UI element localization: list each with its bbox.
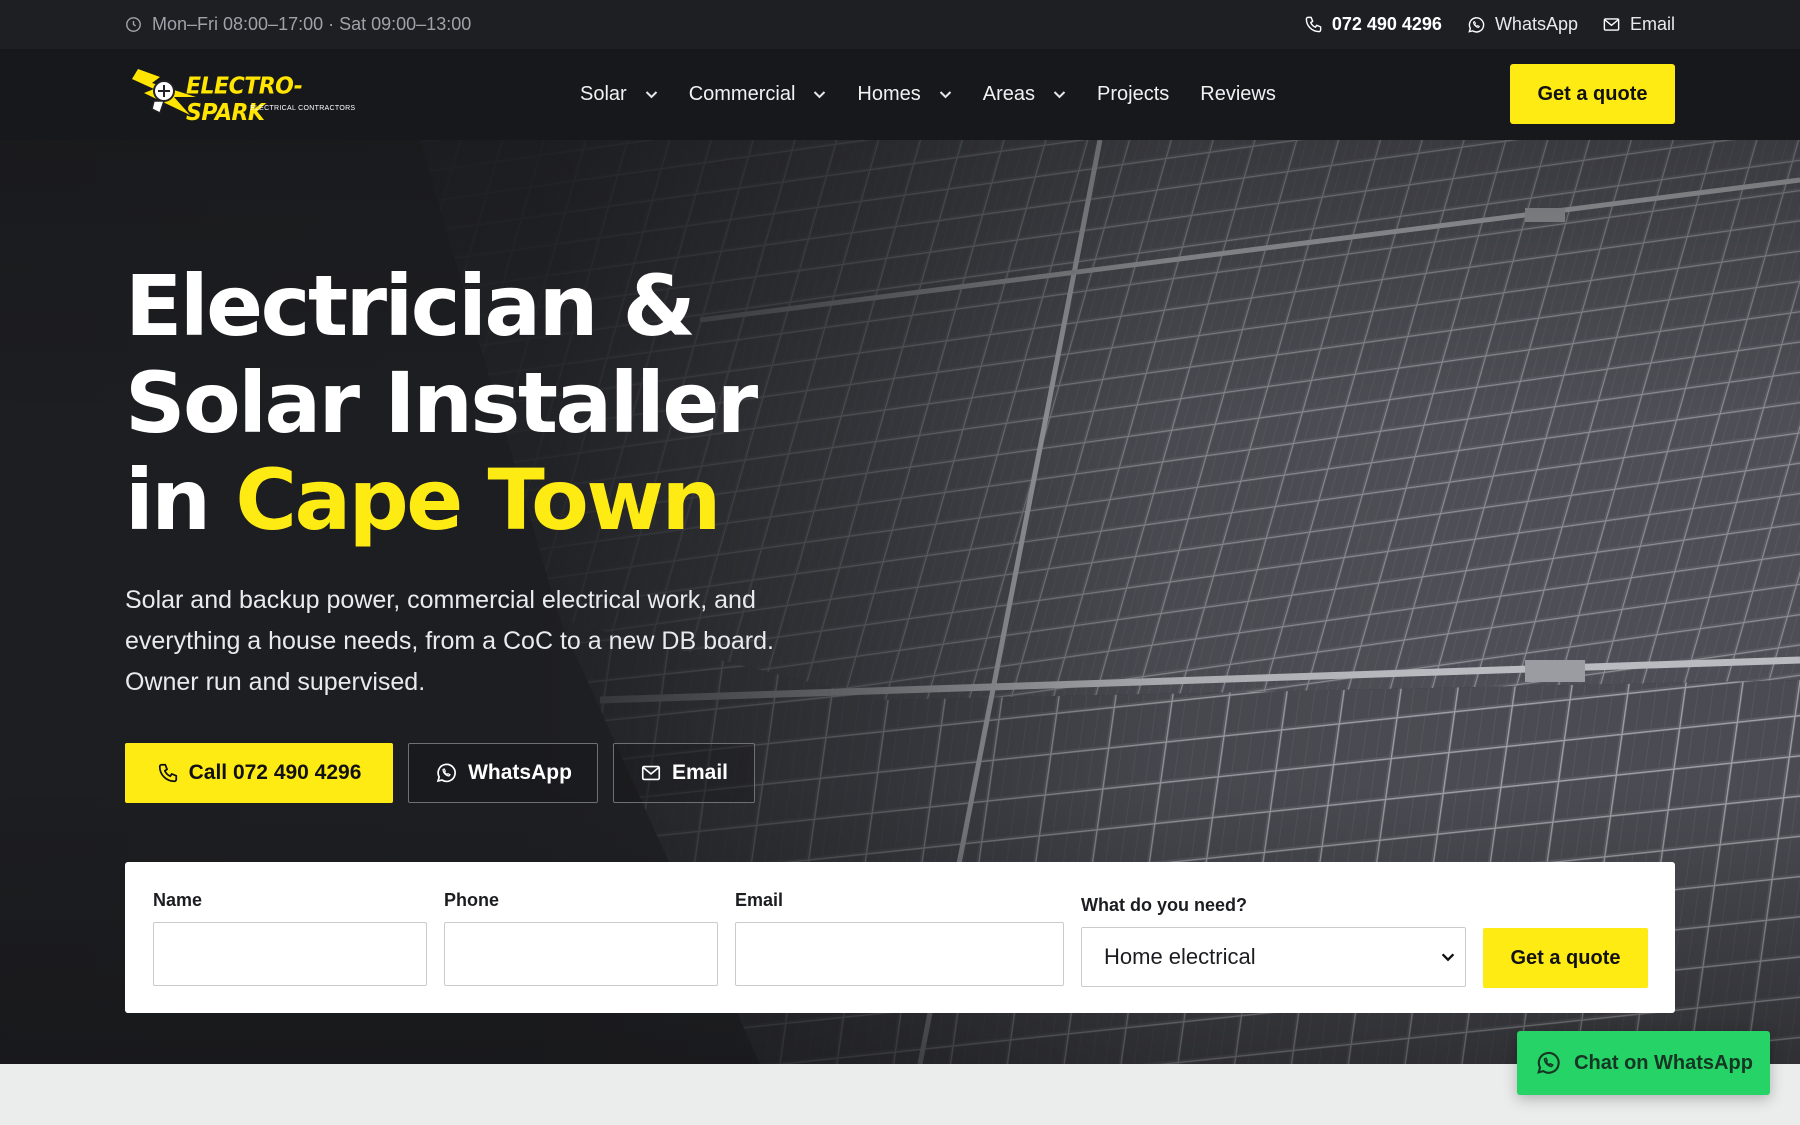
floating-chat-label: Chat on WhatsApp — [1574, 1051, 1753, 1074]
top-email-text: Email — [1629, 14, 1675, 34]
hero-section: Electrician & Solar Installer in Cape To… — [0, 140, 1800, 1064]
opening-hours: Mon–Fri 08:00–17:00 · Sat 09:00–13:00 — [125, 0, 471, 49]
headline-line-3-prefix: in — [125, 451, 211, 549]
nav-item-homes[interactable]: Homes — [857, 83, 951, 106]
nav-menu: Solar Commercial Homes Areas Projects Re… — [580, 49, 1307, 140]
nav-item-projects[interactable]: Projects — [1097, 83, 1169, 106]
whatsapp-button-label: WhatsApp — [468, 761, 572, 784]
brand-tagline: ELECTRICAL CONTRACTORS — [250, 105, 356, 112]
name-input[interactable] — [153, 922, 427, 986]
mail-icon — [640, 762, 662, 784]
phone-label: Phone — [444, 890, 500, 910]
headline-line-1: Electrician & — [125, 257, 696, 355]
brand-logo[interactable]: ELECTRO-SPARK ELECTRICAL CONTRACTORS — [130, 67, 360, 126]
clock-icon — [125, 16, 142, 33]
top-email-link[interactable]: Email — [1602, 14, 1675, 35]
email-field-group: Email — [735, 890, 1064, 986]
phone-field-group: Phone — [444, 890, 718, 986]
top-whatsapp-link[interactable]: WhatsApp — [1466, 14, 1578, 35]
hero-description: Solar and backup power, commercial elect… — [125, 586, 774, 696]
floating-whatsapp-chat-button[interactable]: Chat on WhatsApp — [1517, 1031, 1770, 1095]
chevron-down-icon — [645, 90, 658, 99]
phone-icon — [1304, 15, 1323, 34]
headline-line-2: Solar Installer — [125, 354, 758, 452]
brand-name: ELECTRO-SPARK — [186, 73, 303, 127]
nav-item-label: Projects — [1097, 83, 1170, 105]
nav-item-label: Commercial — [688, 83, 796, 105]
nav-item-commercial[interactable]: Commercial — [689, 83, 827, 106]
email-button[interactable]: Email — [613, 743, 755, 803]
name-field-group: Name — [153, 890, 427, 986]
service-field-group: What do you need? Home electrical — [1081, 895, 1466, 987]
service-select[interactable]: Home electrical — [1081, 927, 1466, 987]
service-label: What do you need? — [1081, 895, 1247, 915]
whatsapp-button[interactable]: WhatsApp — [408, 743, 598, 803]
top-phone-text: 072 490 4296 — [1331, 14, 1442, 34]
top-info-bar: Mon–Fri 08:00–17:00 · Sat 09:00–13:00 07… — [0, 0, 1800, 49]
email-button-label: Email — [671, 761, 729, 784]
mail-icon — [1602, 15, 1621, 34]
nav-item-areas[interactable]: Areas — [983, 83, 1066, 106]
form-get-quote-button[interactable]: Get a quote — [1483, 928, 1648, 988]
nav-item-label: Solar — [580, 83, 627, 105]
top-whatsapp-text: WhatsApp — [1494, 14, 1578, 34]
nav-item-solar[interactable]: Solar — [580, 83, 658, 106]
chevron-down-icon — [813, 90, 826, 99]
whatsapp-icon — [1534, 1049, 1562, 1077]
whatsapp-icon — [434, 761, 458, 785]
quote-form: Name Phone Email What do you need? Home … — [125, 862, 1675, 1013]
phone-icon — [157, 762, 179, 784]
top-contacts: 072 490 4296 WhatsApp Email — [1304, 0, 1675, 49]
email-label: Email — [735, 890, 784, 910]
headline-highlight: Cape Town — [235, 451, 721, 549]
nav-item-reviews[interactable]: Reviews — [1200, 83, 1276, 106]
email-input[interactable] — [735, 922, 1064, 986]
main-nav: ELECTRO-SPARK ELECTRICAL CONTRACTORS Sol… — [0, 49, 1800, 140]
chevron-down-icon — [1053, 90, 1066, 99]
hours-text: Mon–Fri 08:00–17:00 · Sat 09:00–13:00 — [152, 14, 472, 34]
service-select-value: Home electrical — [1104, 944, 1256, 969]
whatsapp-icon — [1466, 15, 1486, 35]
hero-headline: Electrician & Solar Installer in Cape To… — [125, 257, 758, 549]
nav-item-label: Reviews — [1200, 83, 1276, 105]
nav-item-label: Homes — [857, 83, 921, 105]
call-button[interactable]: Call 072 490 4296 — [125, 743, 393, 803]
nav-get-quote-button[interactable]: Get a quote — [1510, 64, 1675, 124]
hero-cta-group: Call 072 490 4296 WhatsApp Email — [125, 743, 755, 803]
name-label: Name — [153, 890, 203, 910]
nav-item-label: Areas — [982, 83, 1035, 105]
top-phone-link[interactable]: 072 490 4296 — [1304, 14, 1442, 35]
chevron-down-icon — [1441, 952, 1455, 962]
chevron-down-icon — [939, 90, 952, 99]
phone-input[interactable] — [444, 922, 718, 986]
call-button-label: Call 072 490 4296 — [188, 761, 362, 784]
